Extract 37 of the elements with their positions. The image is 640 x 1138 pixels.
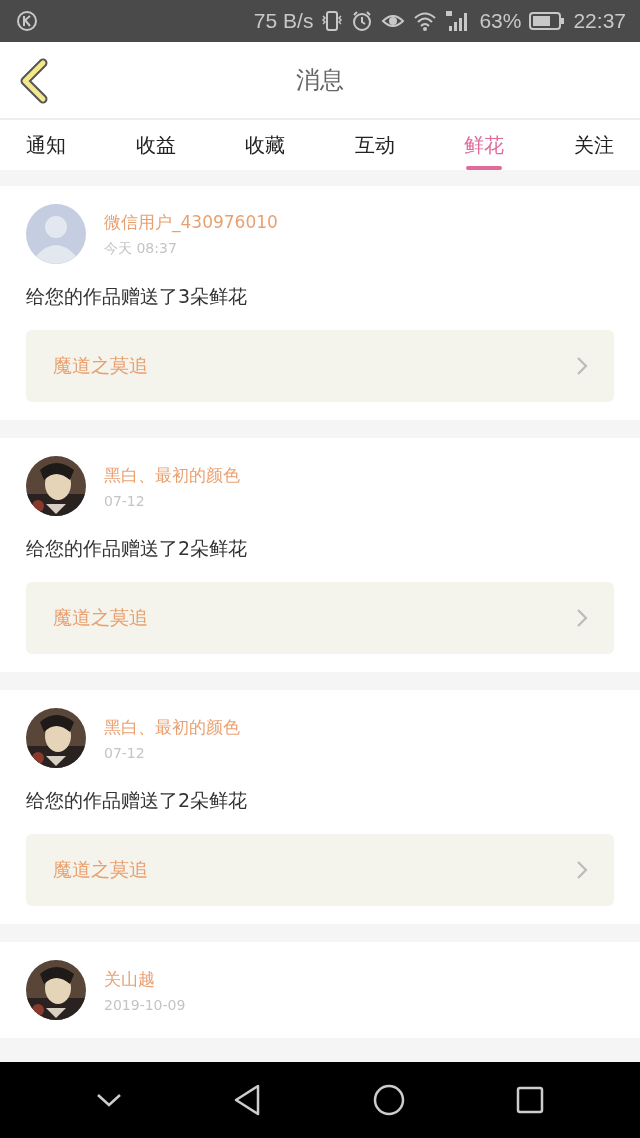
alarm-icon bbox=[351, 10, 374, 32]
chevron-right-icon bbox=[576, 608, 588, 628]
network-speed: 75 B/s bbox=[253, 9, 314, 33]
chevron-down-icon[interactable] bbox=[95, 1092, 122, 1108]
user-name[interactable]: 黑白、最初的颜色 bbox=[104, 463, 240, 487]
app-logo-icon bbox=[16, 10, 38, 32]
user-name[interactable]: 微信用户_430976010 bbox=[104, 210, 278, 234]
message-time: 2019-10-09 bbox=[104, 996, 186, 1013]
battery-icon bbox=[529, 11, 566, 31]
work-link[interactable]: 魔道之莫追 bbox=[26, 330, 614, 402]
chevron-right-icon bbox=[576, 356, 588, 376]
page-title: 消息 bbox=[296, 65, 344, 96]
work-link[interactable]: 魔道之莫追 bbox=[26, 834, 614, 906]
recents-icon[interactable] bbox=[516, 1086, 545, 1114]
message-time: 今天 08:37 bbox=[104, 239, 178, 258]
work-link[interactable]: 魔道之莫追 bbox=[26, 582, 614, 654]
message-text: 给您的作品赠送了3朵鲜花 bbox=[26, 284, 249, 309]
message-text: 给您的作品赠送了2朵鲜花 bbox=[26, 788, 249, 813]
message-time: 07-12 bbox=[104, 492, 146, 509]
user-name[interactable]: 黑白、最初的颜色 bbox=[104, 715, 240, 739]
vibrate-icon bbox=[321, 10, 344, 32]
battery-percent: 63% bbox=[479, 9, 522, 33]
back-icon[interactable] bbox=[233, 1084, 262, 1116]
tab[interactable]: 鲜花 bbox=[452, 120, 517, 170]
chevron-right-icon bbox=[576, 860, 588, 880]
tab[interactable]: 关注 bbox=[561, 120, 626, 170]
wifi-icon bbox=[413, 10, 438, 32]
user-name[interactable]: 关山越 bbox=[104, 967, 186, 991]
clock: 22:37 bbox=[573, 9, 626, 33]
tab[interactable]: 通知 bbox=[14, 120, 78, 170]
avatar-icon bbox=[26, 204, 86, 264]
message-text: 给您的作品赠送了2朵鲜花 bbox=[26, 536, 249, 561]
tab[interactable]: 收益 bbox=[123, 120, 188, 170]
tab[interactable]: 收藏 bbox=[233, 120, 298, 170]
home-icon[interactable] bbox=[372, 1084, 405, 1116]
tab[interactable]: 互动 bbox=[342, 120, 407, 170]
message-time: 07-12 bbox=[104, 744, 146, 761]
